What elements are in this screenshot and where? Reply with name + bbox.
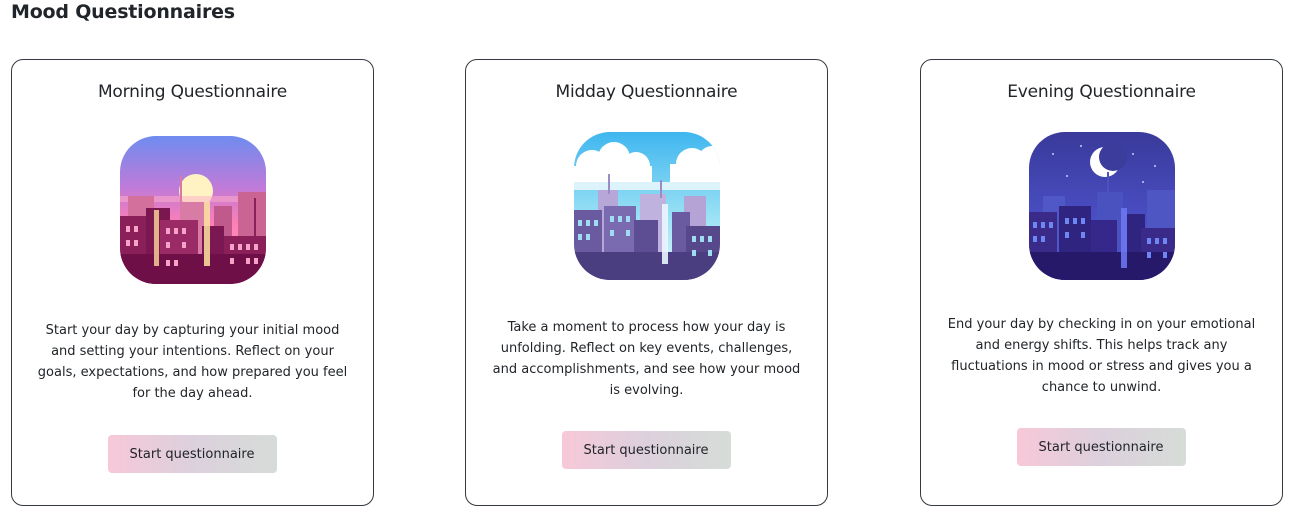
card-description-morning: Start your day by capturing your initial… [37,323,348,401]
page-title: Mood Questionnaires [11,1,235,23]
card-title-morning: Morning Questionnaire [97,82,288,102]
card-midday: Midday Questionnaire Take a moment to pr… [465,59,828,506]
start-midday-questionnaire-button[interactable]: Start questionnaire [561,431,731,469]
sunrise-city-icon [119,136,266,284]
daytime-city-icon [573,132,720,280]
card-description-evening: End your day by checking in on your emot… [947,317,1256,395]
card-description-midday: Take a moment to process how your day is… [492,320,801,398]
card-morning: Morning Questionnaire Start your day by … [11,59,374,506]
card-title-evening: Evening Questionnaire [1007,82,1196,102]
start-morning-questionnaire-button[interactable]: Start questionnaire [107,435,277,473]
night-city-icon [1028,132,1175,280]
card-evening: Evening Questionnaire End your day by ch… [920,59,1283,506]
card-title-midday: Midday Questionnaire [555,82,738,102]
start-evening-questionnaire-button[interactable]: Start questionnaire [1016,428,1186,466]
